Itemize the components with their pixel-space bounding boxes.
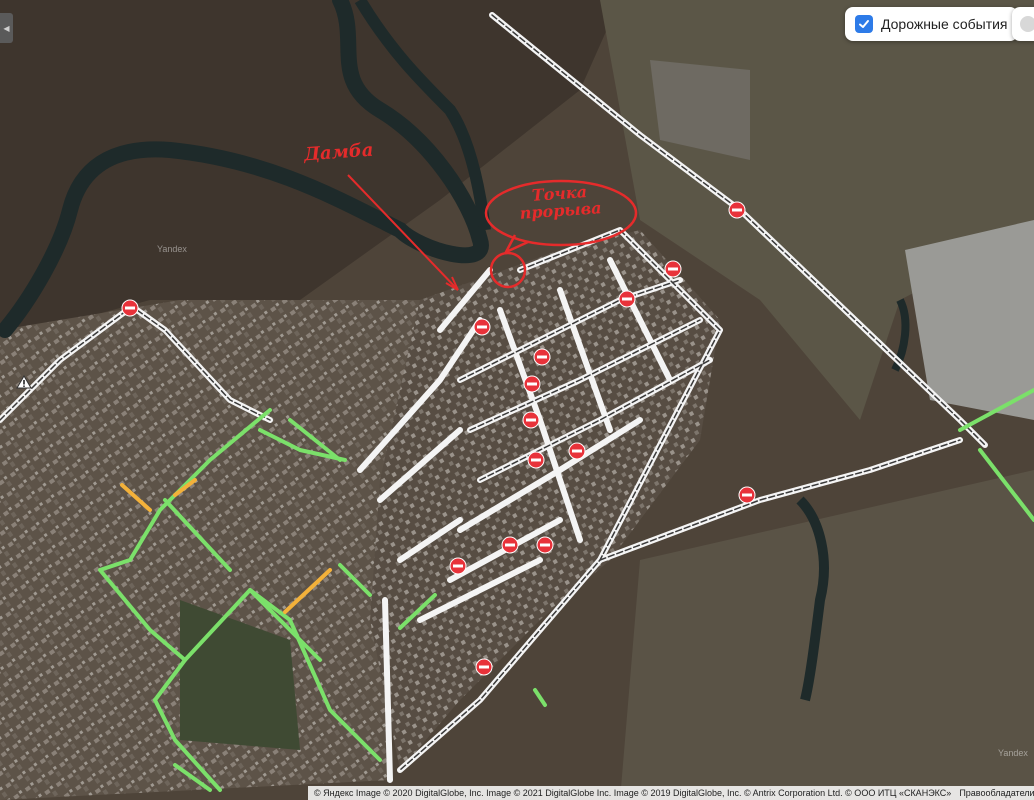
copyright-text: © Яндекс Image © 2020 DigitalGlobe, Inc.… [314,788,952,798]
road-closed-icon[interactable] [664,260,682,278]
road-closed-icon[interactable] [473,318,491,336]
road-closed-icon[interactable] [728,201,746,219]
road-closed-icon[interactable] [536,536,554,554]
traffic-events-label: Дорожные события [881,16,1008,32]
layers-icon [1020,16,1034,32]
road-closed-icon[interactable] [501,536,519,554]
map-watermark: Yandex [998,748,1028,758]
copyright-bar: © Яндекс Image © 2020 DigitalGlobe, Inc.… [308,786,1034,800]
road-closed-icon[interactable] [449,557,467,575]
road-closed-icon[interactable] [738,486,756,504]
road-closed-icon[interactable] [527,451,545,469]
road-closed-icon[interactable] [618,290,636,308]
road-closed-icon[interactable] [533,348,551,366]
layers-button[interactable] [1012,7,1034,41]
road-closed-icon[interactable] [522,411,540,429]
road-closed-icon[interactable] [475,658,493,676]
satellite-map[interactable] [0,0,1034,800]
road-closed-icon[interactable] [121,299,139,317]
traffic-events-checkbox[interactable] [855,15,873,33]
check-icon [859,20,869,28]
traffic-events-toggle[interactable]: Дорожные события [845,7,1018,41]
chevron-left-icon[interactable]: ◀ [0,13,13,43]
rights-holders-link[interactable]: Правообладатели [959,788,1034,798]
road-closed-icon[interactable] [568,442,586,460]
road-closed-icon[interactable] [523,375,541,393]
map-watermark: Yandex [157,244,187,254]
